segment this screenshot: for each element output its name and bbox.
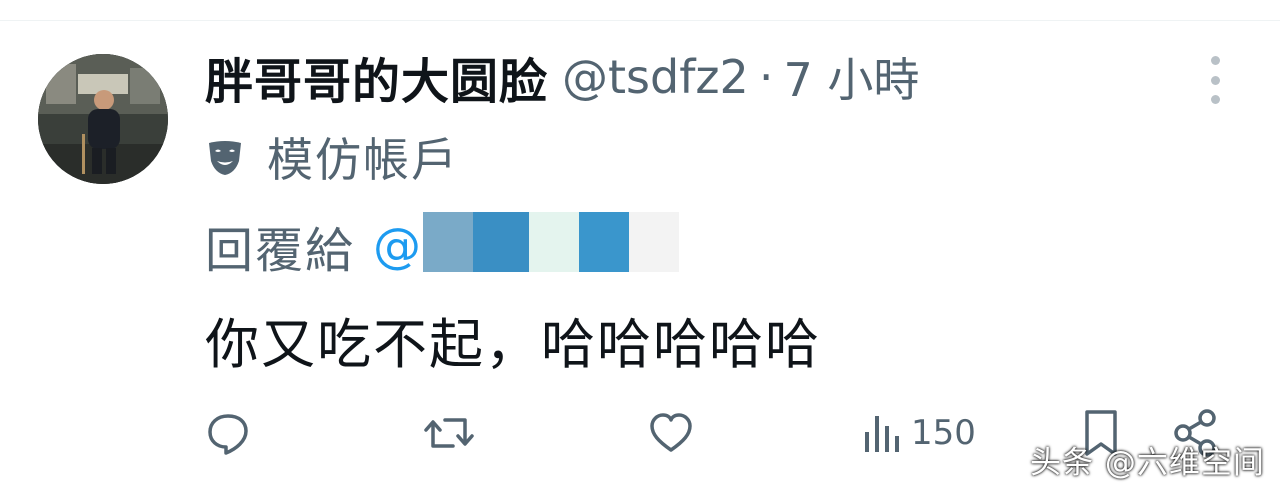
tweet-header: 胖哥哥的大圆脸 @tsdfz2 · 7 小時 <box>205 44 919 110</box>
theater-mask-icon <box>209 141 241 175</box>
parody-label-text: 模仿帳戶 <box>267 133 459 187</box>
views-icon <box>865 416 899 452</box>
avatar[interactable] <box>38 54 168 184</box>
tweet-text: 你又吃不起，哈哈哈哈哈 <box>205 313 821 376</box>
reply-label: 回覆給 <box>205 223 356 279</box>
separator-dot: · <box>758 50 774 104</box>
author-display-name[interactable]: 胖哥哥的大圆脸 <box>205 42 548 112</box>
like-icon <box>650 413 692 452</box>
more-dot <box>1210 75 1220 85</box>
more-vertical-icon[interactable] <box>1200 56 1230 104</box>
reply-mention-prefix[interactable]: @ <box>373 218 421 274</box>
top-divider <box>0 20 1280 21</box>
parody-account-label: 模仿帳戶 <box>205 126 459 188</box>
reply-context: 回覆給 @ <box>205 212 693 280</box>
views-button[interactable]: 150 <box>863 408 976 458</box>
reply-icon <box>208 414 248 455</box>
retweet-icon <box>424 418 474 448</box>
reply-button[interactable] <box>205 408 251 458</box>
tweet-timestamp[interactable]: 7 小時 <box>783 44 919 110</box>
like-button[interactable] <box>648 408 694 458</box>
retweet-button[interactable] <box>423 408 475 458</box>
views-count: 150 <box>911 413 976 453</box>
redacted-handle-mosaic <box>423 212 693 280</box>
avatar-photo <box>38 54 168 184</box>
watermark: 头条 @六维空间 <box>1030 445 1265 481</box>
more-dot <box>1210 95 1220 104</box>
author-handle[interactable]: @tsdfz2 <box>562 50 749 104</box>
more-dot <box>1210 56 1220 65</box>
